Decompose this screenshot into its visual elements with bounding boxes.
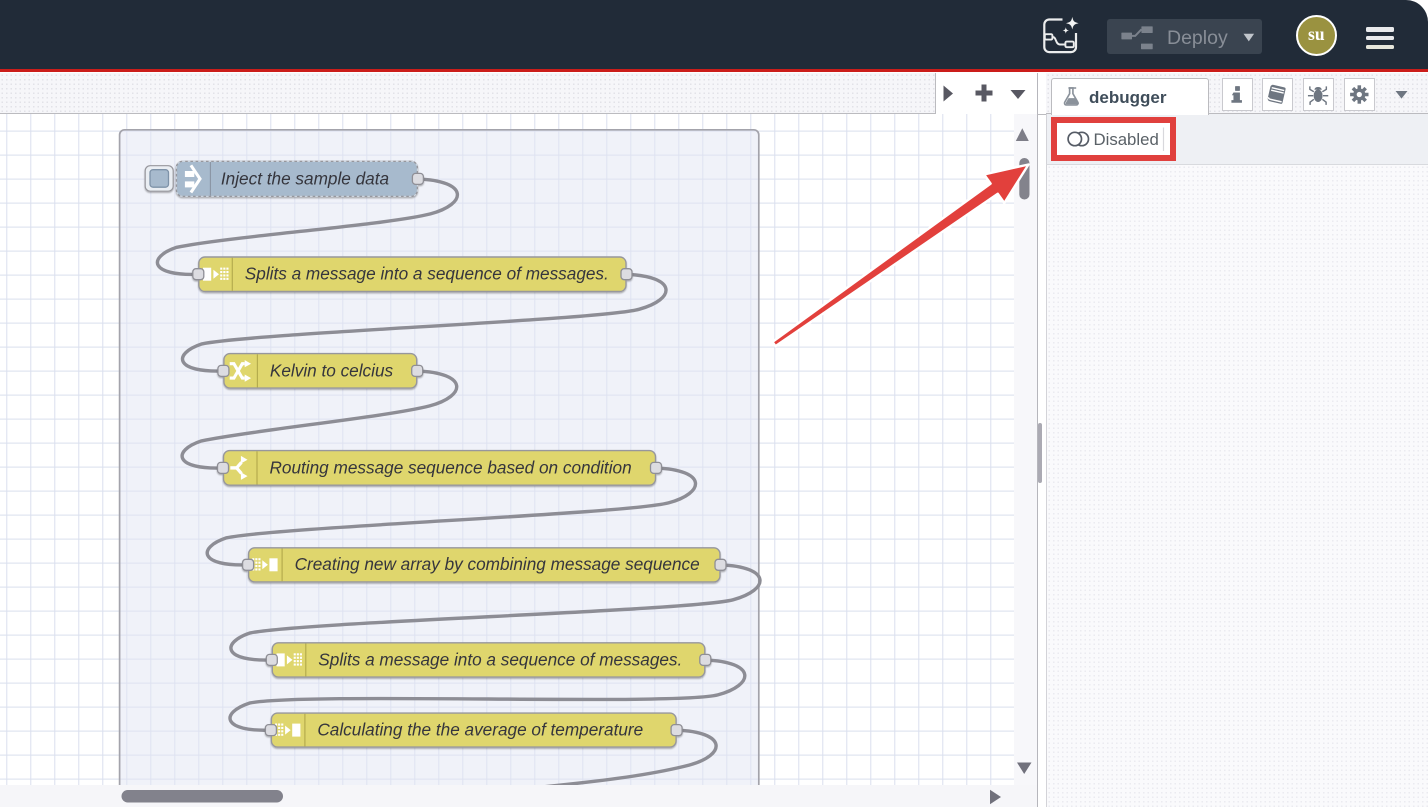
svg-text:debugger: debugger <box>1089 88 1167 107</box>
svg-text:Calculating the the average of: Calculating the the average of temperatu… <box>317 719 643 739</box>
svg-text:Kelvin to celcius: Kelvin to celcius <box>270 360 394 380</box>
svg-text:Inject the sample data: Inject the sample data <box>221 168 389 188</box>
svg-text:Splits a message into a sequen: Splits a message into a sequence of mess… <box>318 649 682 669</box>
svg-text:Routing message sequence based: Routing message sequence based on condit… <box>270 457 632 477</box>
svg-text:Creating new array by combinin: Creating new array by combining message … <box>295 554 700 574</box>
svg-text:Splits a message into a sequen: Splits a message into a sequence of mess… <box>245 263 609 283</box>
svg-text:Deploy: Deploy <box>1167 27 1228 49</box>
